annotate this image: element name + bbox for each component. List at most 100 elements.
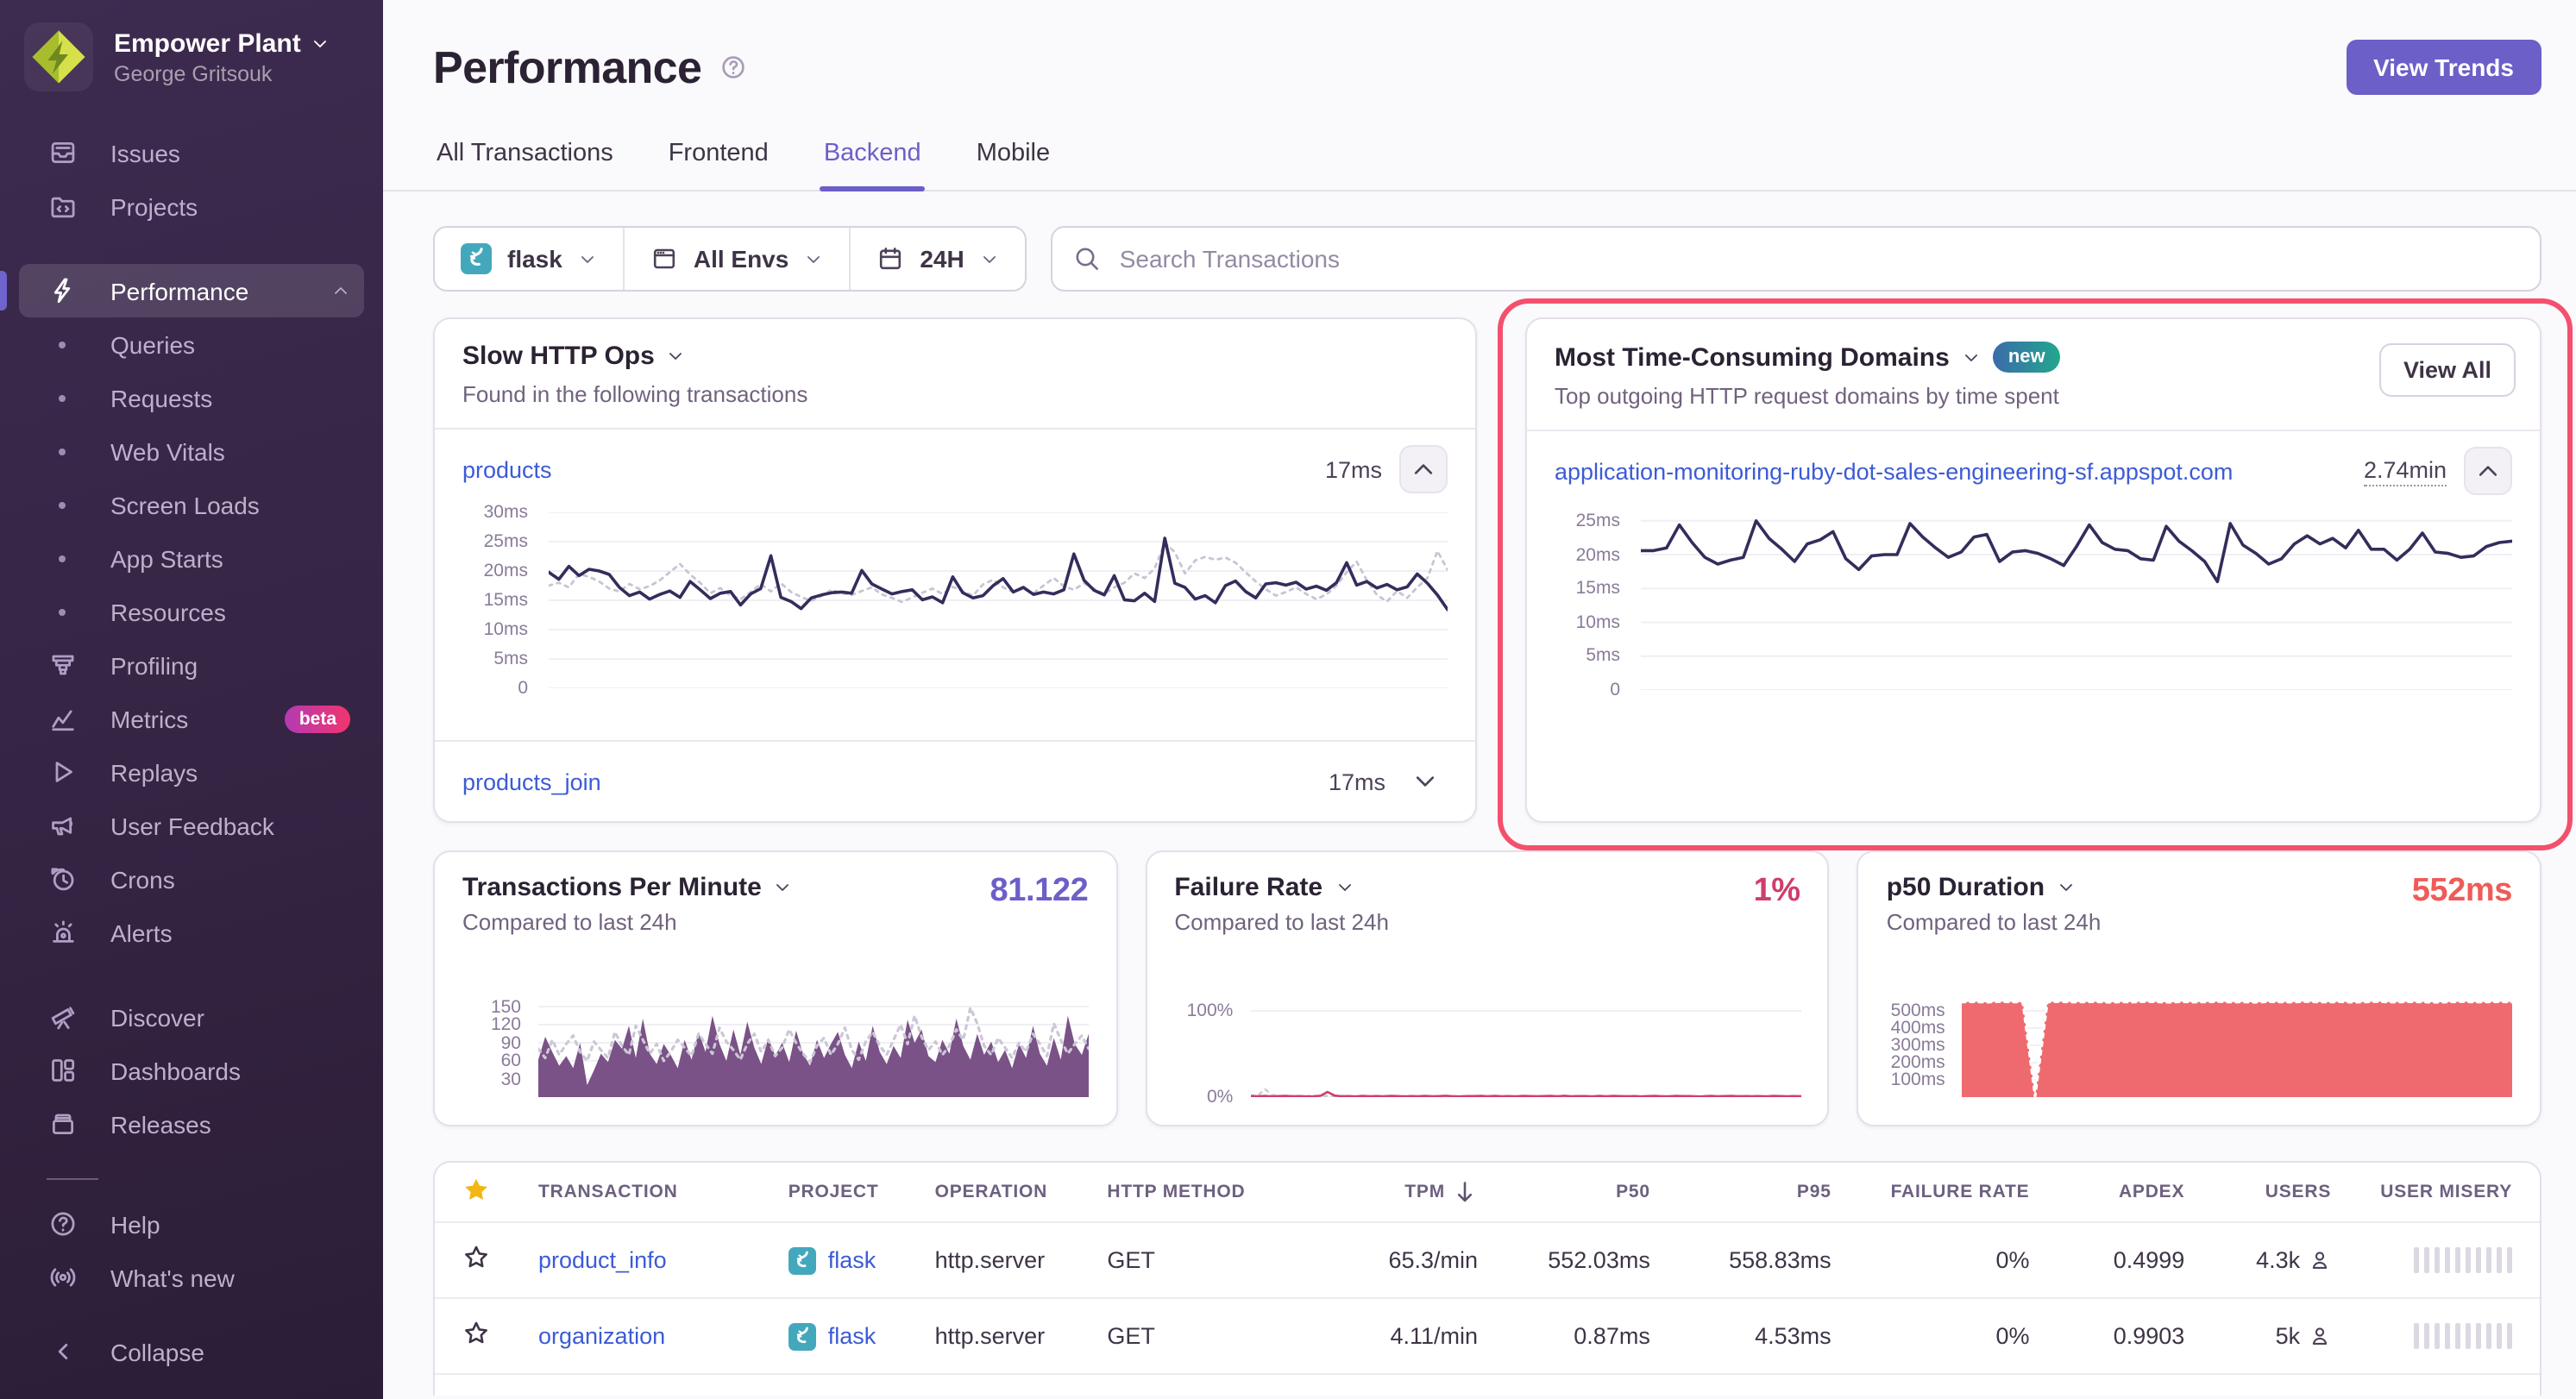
tab-backend[interactable]: Backend: [820, 124, 925, 190]
http-method-cell: GET: [1107, 1247, 1305, 1273]
most-time-consuming-domains-widget: Most Time-Consuming Domains new Top outg…: [1525, 317, 2541, 823]
filter-bar: flask All Envs 24H: [433, 226, 2541, 292]
search-input[interactable]: [1116, 243, 2519, 274]
collapse-row-button[interactable]: [2464, 447, 2512, 495]
sidebar-item-issues[interactable]: Issues: [19, 126, 364, 179]
sidebar-item-what-s-new[interactable]: What's new: [19, 1251, 364, 1304]
domain-time-spent[interactable]: 2.74min: [2364, 456, 2447, 486]
transaction-link[interactable]: organization: [538, 1323, 665, 1349]
star-column-icon[interactable]: [462, 1176, 490, 1203]
col-p50[interactable]: P50: [1478, 1182, 1650, 1202]
environment-filter-dropdown[interactable]: All Envs: [623, 228, 850, 290]
widget-title-row[interactable]: Most Time-Consuming Domains new: [1555, 342, 2512, 373]
tab-mobile[interactable]: Mobile: [973, 124, 1053, 190]
project-link[interactable]: flask: [828, 1247, 876, 1273]
table-row[interactable]: product_info flask http.server GET 65.3/…: [435, 1221, 2540, 1297]
col-http-method[interactable]: HTTP METHOD: [1107, 1182, 1305, 1202]
sidebar-item-projects[interactable]: Projects: [19, 179, 364, 233]
tpm-widget: Transactions Per Minute Compared to last…: [433, 850, 1117, 1126]
domain-link[interactable]: application-monitoring-ruby-dot-sales-en…: [1555, 458, 2343, 484]
transaction-link-products-join[interactable]: products_join: [462, 769, 1308, 794]
new-badge: new: [1993, 342, 2061, 373]
collapse-icon: [47, 1336, 78, 1367]
sidebar-item-alerts[interactable]: Alerts: [19, 906, 364, 959]
sidebar: Empower Plant George Gritsouk Issues Proj…: [0, 0, 383, 1399]
sidebar-item-releases[interactable]: Releases: [19, 1097, 364, 1151]
user-misery-bars: [2331, 1323, 2512, 1349]
sidebar-item-label: User Feedback: [110, 812, 274, 839]
environment-icon: [650, 245, 678, 273]
sidebar-item-discover[interactable]: Discover: [19, 990, 364, 1044]
view-trends-button[interactable]: View Trends: [2346, 40, 2541, 95]
chart-plot-area[interactable]: [1250, 1001, 1800, 1097]
star-favorite-icon[interactable]: [462, 1320, 490, 1347]
performance-icon: [47, 275, 78, 306]
y-axis-tick-label: 25ms: [484, 530, 528, 554]
expand-row-button[interactable]: [1403, 768, 1448, 795]
col-transaction[interactable]: TRANSACTION: [538, 1182, 789, 1202]
operation-cell: http.server: [935, 1247, 1108, 1273]
widget-row-bottom: Transactions Per Minute Compared to last…: [433, 850, 2541, 1126]
sidebar-item-help[interactable]: Help: [19, 1197, 364, 1251]
y-axis-tick-label: 20ms: [1576, 543, 1620, 567]
sidebar-item-performance[interactable]: Performance: [19, 264, 364, 317]
sidebar-item-profiling[interactable]: Profiling: [19, 638, 364, 692]
sidebar-item-label: Replays: [110, 758, 198, 786]
col-operation[interactable]: OPERATION: [935, 1182, 1108, 1202]
tab-all-transactions[interactable]: All Transactions: [433, 124, 617, 190]
project-filter-dropdown[interactable]: flask: [435, 228, 623, 290]
tab-frontend[interactable]: Frontend: [665, 124, 772, 190]
sidebar-item-requests[interactable]: Requests: [19, 371, 364, 424]
sidebar-item-app-starts[interactable]: App Starts: [19, 531, 364, 585]
sidebar-item-crons[interactable]: Crons: [19, 852, 364, 906]
col-tpm-sorted[interactable]: TPM: [1305, 1178, 1478, 1206]
search-transactions-field: [1051, 226, 2541, 292]
issues-icon: [47, 137, 78, 168]
sidebar-item-user-feedback[interactable]: User Feedback: [19, 799, 364, 852]
sidebar-item-screen-loads[interactable]: Screen Loads: [19, 478, 364, 531]
transaction-duration: 17ms: [1325, 456, 1382, 482]
sidebar-item-label: Issues: [110, 139, 180, 166]
users-cell: 5k: [2276, 1323, 2301, 1349]
col-p95[interactable]: P95: [1650, 1182, 1831, 1202]
project-link[interactable]: flask: [828, 1323, 876, 1349]
chart-plot-area[interactable]: [549, 512, 1448, 688]
sidebar-item-dashboards[interactable]: Dashboards: [19, 1044, 364, 1097]
chevron-down-icon: [774, 878, 793, 897]
chart-plot-area[interactable]: [1963, 1001, 2512, 1097]
sidebar-item-web-vitals[interactable]: Web Vitals: [19, 424, 364, 478]
col-apdex[interactable]: APDEX: [2029, 1182, 2184, 1202]
sidebar-item-label: Crons: [110, 865, 175, 893]
table-row[interactable]: organization flask http.server GET 4.11/…: [435, 1297, 2540, 1373]
widget-title-row[interactable]: p50 Duration: [1887, 873, 2102, 902]
y-axis-tick-label: 30ms: [484, 500, 528, 524]
col-failure-rate[interactable]: FAILURE RATE: [1831, 1182, 2030, 1202]
sidebar-item-label: Dashboards: [110, 1057, 241, 1084]
star-favorite-icon[interactable]: [462, 1244, 490, 1271]
org-switcher[interactable]: Empower Plant George Gritsouk: [0, 0, 383, 105]
slow-http-ops-chart: 30ms25ms20ms15ms10ms5ms0: [435, 509, 1475, 688]
transaction-link[interactable]: product_info: [538, 1247, 667, 1273]
col-project[interactable]: PROJECT: [789, 1182, 935, 1202]
date-range-dropdown[interactable]: 24H: [849, 228, 1024, 290]
widget-title-row[interactable]: Transactions Per Minute: [462, 873, 793, 902]
col-user-misery[interactable]: USER MISERY: [2331, 1182, 2512, 1202]
collapse-row-button[interactable]: [1399, 445, 1448, 493]
sidebar-item-replays[interactable]: Replays: [19, 745, 364, 799]
chart-plot-area[interactable]: [1641, 514, 2512, 690]
flask-project-icon: [789, 1322, 816, 1350]
widget-title-row[interactable]: Failure Rate: [1174, 873, 1389, 902]
sidebar-item-metrics[interactable]: Metricsbeta: [19, 692, 364, 745]
metrics-icon: [47, 703, 78, 734]
transaction-link-products[interactable]: products: [462, 456, 1304, 482]
sidebar-item-resources[interactable]: Resources: [19, 585, 364, 638]
sidebar-item-collapse[interactable]: Collapse: [19, 1325, 364, 1378]
chevron-down-icon: [667, 347, 686, 366]
chart-plot-area[interactable]: [538, 1001, 1088, 1097]
view-all-button[interactable]: View All: [2379, 343, 2516, 397]
help-tooltip-icon[interactable]: [719, 53, 746, 81]
widget-title-row[interactable]: Slow HTTP Ops: [462, 342, 1448, 371]
org-logo-icon: [24, 22, 93, 91]
sidebar-item-queries[interactable]: Queries: [19, 317, 364, 371]
col-users[interactable]: USERS: [2184, 1182, 2331, 1202]
